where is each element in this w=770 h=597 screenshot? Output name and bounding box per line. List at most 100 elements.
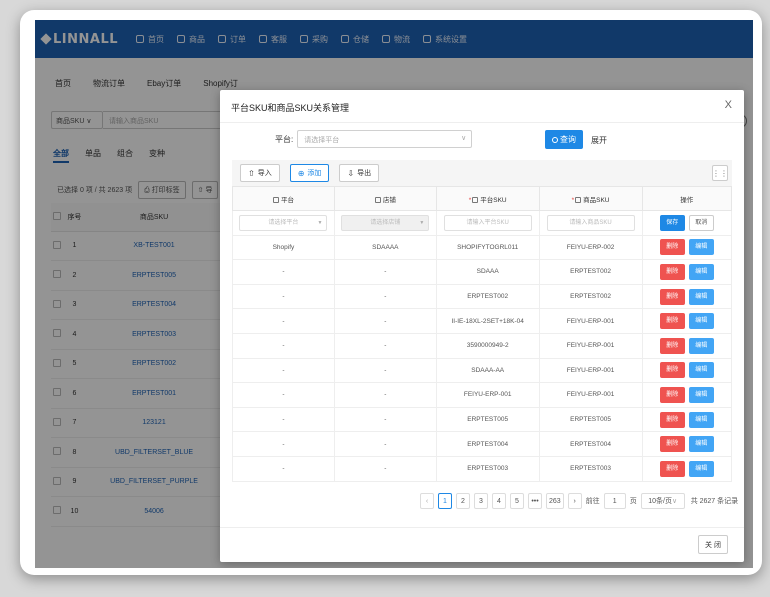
platform-sku-input[interactable]: 请输入平台SKU: [443, 214, 532, 231]
edit-icon: [272, 196, 279, 203]
delete-button[interactable]: 删除: [659, 263, 685, 280]
divider: [220, 122, 744, 123]
platform-select[interactable]: 请选择平台 ▼: [239, 214, 328, 231]
edit-button[interactable]: 编辑: [688, 239, 714, 256]
cell-shop: -: [333, 406, 437, 433]
goto-page-input[interactable]: 1: [603, 493, 626, 509]
cell-product-sku: FEIYU-ERP-001: [538, 357, 643, 384]
chevron-down-icon: ∨: [671, 498, 678, 505]
edit-button[interactable]: 编辑: [688, 460, 714, 477]
mapping-row: - - II-IE-18XL-2SET+18K-04 FEIYU-ERP-001 删除编…: [232, 308, 732, 334]
prev-page-icon[interactable]: ‹: [420, 493, 434, 509]
page-button[interactable]: 5: [510, 493, 524, 509]
page-button[interactable]: 4: [492, 493, 506, 509]
page-size-value: 10条/页: [648, 498, 672, 505]
close-button[interactable]: 关 闭: [698, 535, 728, 554]
col-shop: 店铺: [333, 186, 437, 211]
shop-select[interactable]: 请选择店铺 ▼: [341, 214, 430, 231]
col-product-sku: * 商品SKU: [538, 186, 643, 211]
cell-product-sku: ERPTEST002: [538, 259, 643, 285]
page-button[interactable]: 1: [438, 493, 452, 509]
cell-platform: -: [232, 259, 335, 285]
product-sku-input[interactable]: 请输入商品SKU: [546, 214, 635, 231]
edit-cell: 请输入商品SKU: [538, 210, 643, 236]
required-mark: *: [571, 196, 575, 204]
next-page-icon[interactable]: ›: [567, 493, 582, 509]
cell-platform-sku: SDAAA-AA: [435, 357, 540, 384]
cell-product-sku: FEIYU-ERP-001: [538, 332, 643, 359]
delete-button[interactable]: 删除: [659, 239, 685, 256]
delete-button[interactable]: 删除: [659, 411, 685, 428]
edit-button[interactable]: 编辑: [688, 288, 714, 305]
row-actions: 删除 编辑: [641, 431, 732, 457]
platform-label: 平台:: [275, 134, 294, 144]
page-button[interactable]: 263: [546, 493, 564, 509]
delete-button[interactable]: 删除: [659, 362, 685, 379]
edit-button[interactable]: 编辑: [688, 411, 714, 428]
cell-platform: -: [232, 455, 335, 482]
dialog-toolbar: ⇧ 导入 ⊕ 添加 ⇩ 导出 ⋮⋮: [232, 160, 732, 186]
platform-placeholder: 请选择平台: [304, 137, 340, 144]
cell-platform: -: [232, 382, 335, 408]
delete-button[interactable]: 删除: [659, 386, 685, 403]
export-button[interactable]: ⇩ 导出: [339, 164, 380, 182]
delete-button[interactable]: 删除: [659, 436, 685, 453]
edit-button[interactable]: 编辑: [688, 263, 714, 280]
cell-platform: -: [232, 357, 335, 384]
add-button[interactable]: ⊕ 添加: [289, 164, 330, 182]
query-button[interactable]: 查询: [545, 130, 583, 149]
goto-label: 前往: [585, 498, 600, 505]
cell-platform: -: [232, 406, 335, 433]
mapping-row: - - SDAAA-AA FEIYU-ERP-001 删除 编辑: [232, 357, 732, 384]
mapping-row: - - FEIYU-ERP-001 FEIYU-ERP-001 删除 编辑: [232, 382, 732, 408]
cell-product-sku: FEIYU-ERP-001: [538, 382, 643, 408]
delete-button[interactable]: 删除: [659, 337, 685, 354]
export-label: 导出: [357, 170, 372, 177]
edit-cell: 请输入平台SKU: [435, 210, 540, 236]
column-settings-icon[interactable]: ⋮⋮: [712, 165, 728, 181]
upload-icon: ⇧: [248, 168, 255, 178]
expand-link[interactable]: 展开: [591, 135, 607, 146]
platform-filter: 平台: 请选择平台 ∨: [275, 130, 473, 148]
chevron-down-icon: ∨: [461, 135, 467, 142]
close-icon[interactable]: X: [725, 99, 732, 111]
edit-button[interactable]: 编辑: [688, 362, 714, 379]
cell-product-sku: FEIYU-ERP-001: [538, 308, 643, 334]
pagination: ‹ 1 2 3 4 5 ••• 263 › 前往 1 页 10条/页 ∨ 共 2627 条记录: [420, 493, 738, 509]
platform-select[interactable]: 请选择平台 ∨: [297, 130, 473, 148]
edit-button[interactable]: 编辑: [688, 386, 714, 403]
row-actions: 删除 编辑: [641, 259, 732, 285]
page-button[interactable]: 2: [456, 493, 470, 509]
add-label: 添加: [307, 170, 322, 177]
edit-icon: [575, 196, 582, 203]
cell-shop: -: [333, 283, 437, 310]
mapping-row: - -3590000949-2 FEIYU-ERP-001 删除 编辑: [232, 332, 732, 359]
edit-row: 请选择平台 ▼ 请选择店铺 ▼ 请输入平台SKU 请输入商品SKU 保存 取消: [232, 210, 732, 236]
save-button[interactable]: 保存: [659, 214, 685, 231]
screenshot-frame: LINNALL 首页 商品 订单 客服 采购 仓储 物流 系统设置 首页 物流订单 Ebay订单 S…: [20, 10, 762, 575]
page-button[interactable]: 3: [474, 493, 488, 509]
edit-button[interactable]: 编辑: [688, 436, 714, 453]
import-button[interactable]: ⇧ 导入: [240, 164, 280, 182]
edit-button[interactable]: 编辑: [688, 313, 714, 330]
cell-platform-sku: ERPTEST002: [435, 283, 540, 310]
delete-button[interactable]: 删除: [659, 288, 685, 305]
cell-shop: SDAAAA: [333, 234, 437, 261]
cell-product-sku: ERPTEST003: [538, 455, 643, 482]
mapping-row: - - ERPTEST002 ERPTEST002 删除 编辑: [232, 283, 732, 310]
delete-button[interactable]: 删除: [659, 313, 685, 330]
platform-select-placeholder: 请选择平台: [268, 219, 299, 226]
col-platform-label: 平台: [280, 196, 294, 204]
sku-mapping-dialog: 平台SKU和商品SKU关系管理 X 平台: 请选择平台 ∨ 查询 展开 ⇧ 导入 …: [220, 90, 744, 562]
caret-down-icon: ▼: [317, 219, 323, 226]
page-button[interactable]: •••: [528, 493, 542, 509]
delete-button[interactable]: 删除: [659, 460, 685, 477]
cell-shop: -: [333, 357, 437, 384]
cell-shop: -: [333, 431, 437, 457]
download-icon: ⇩: [347, 168, 355, 178]
page-size-select[interactable]: 10条/页 ∨: [640, 493, 685, 509]
edit-button[interactable]: 编辑: [688, 337, 714, 354]
cancel-button[interactable]: 取消: [688, 214, 714, 231]
mapping-row: - - ERPTEST003 ERPTEST003 删除 编辑: [232, 455, 732, 482]
query-label: 查询: [560, 135, 576, 144]
